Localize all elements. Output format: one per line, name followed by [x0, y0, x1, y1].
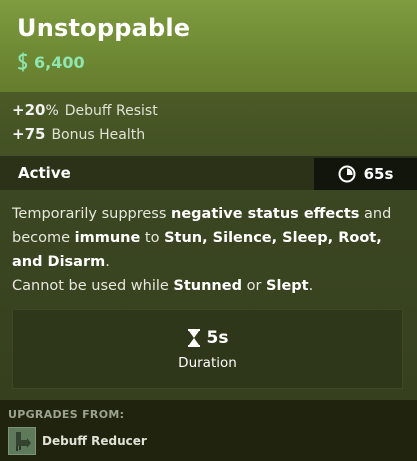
duration-label: Duration	[178, 355, 237, 371]
desc-text: Temporarily suppress	[12, 206, 172, 222]
desc-text: to	[140, 230, 165, 246]
cooldown-badge: 65s	[314, 158, 417, 190]
desc-highlight: negative status effects	[171, 206, 360, 222]
upgrade-name: Debuff Reducer	[42, 434, 147, 448]
duration-box: 5s Duration	[12, 309, 403, 389]
stat-row: +75 Bonus Health	[12, 125, 145, 145]
item-description: Temporarily suppress negative status eff…	[12, 202, 407, 298]
upgrades-section: UPGRADES FROM: Debuff Reducer	[0, 400, 417, 461]
stat-label: Bonus Health	[51, 127, 146, 143]
desc-text: .	[105, 254, 110, 270]
tooltip-header: Unstoppable 6,400	[0, 0, 417, 92]
desc-highlight: immune	[74, 230, 141, 246]
cooldown-clock-icon	[338, 165, 356, 183]
souls-currency-icon	[18, 52, 28, 72]
item-title: Unstoppable	[17, 14, 191, 42]
stat-unit: %	[45, 103, 59, 119]
duration-value: 5s	[206, 328, 229, 348]
debuff-reducer-icon	[8, 427, 36, 455]
desc-highlight: Slept	[266, 278, 309, 294]
desc-text: Cannot be used while	[12, 278, 174, 294]
stat-label: Debuff Resist	[64, 103, 158, 119]
desc-text: or	[241, 278, 267, 294]
stat-row: +20% Debuff Resist	[12, 101, 158, 121]
active-label: Active	[18, 164, 71, 182]
active-bar: Active 65s	[0, 158, 417, 190]
desc-text: .	[308, 278, 314, 294]
stats-section: +20% Debuff Resist +75 Bonus Health	[0, 92, 417, 156]
item-cost: 6,400	[16, 51, 85, 73]
cost-value: 6,400	[34, 52, 85, 72]
cooldown-value: 65s	[363, 165, 394, 183]
desc-highlight: Stunned	[173, 278, 242, 294]
hourglass-icon	[187, 329, 200, 347]
description-section: Temporarily suppress negative status eff…	[0, 190, 417, 400]
stat-value: +20	[12, 101, 46, 119]
duration-value-row: 5s	[13, 328, 402, 348]
item-tooltip: Unstoppable 6,400 +20% Debuff Resist +75…	[0, 0, 417, 461]
upgrades-title: UPGRADES FROM:	[8, 408, 125, 421]
stat-value: +75	[12, 125, 46, 143]
upgrade-item[interactable]: Debuff Reducer	[8, 426, 147, 456]
